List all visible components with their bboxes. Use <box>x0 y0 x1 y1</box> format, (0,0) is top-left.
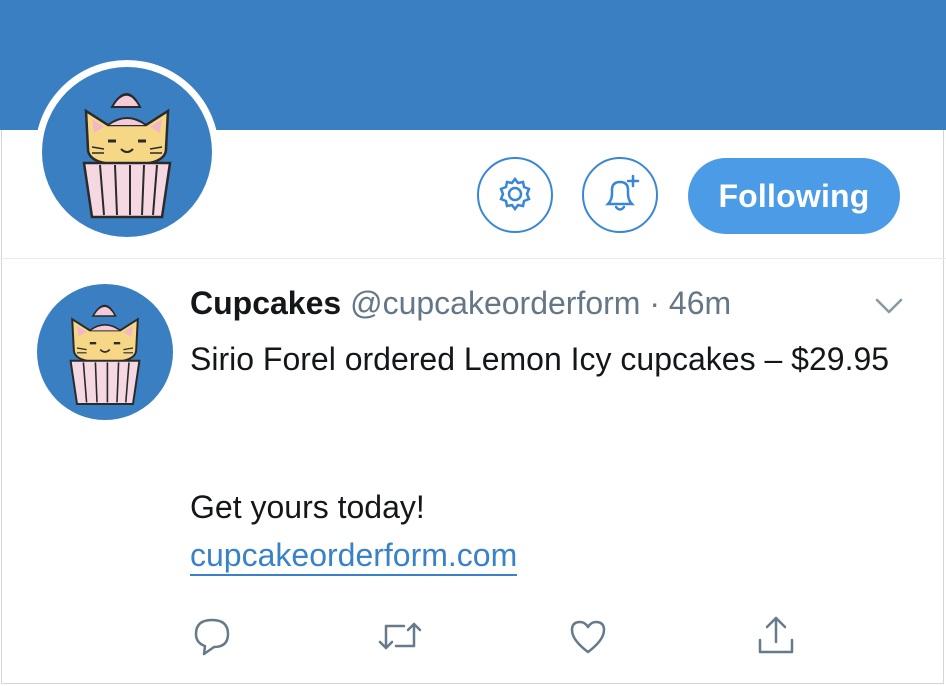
settings-button[interactable] <box>477 157 553 233</box>
retweet-icon[interactable] <box>376 614 424 658</box>
tweet-timestamp[interactable]: 46m <box>669 285 731 321</box>
tweet-header: Cupcakes @cupcakeorderform · 46m <box>190 283 731 323</box>
following-button[interactable]: Following <box>688 158 900 234</box>
tweet-cta: Get yours today! <box>190 489 425 525</box>
gear-icon <box>495 174 535 217</box>
cat-cupcake-icon <box>69 304 141 405</box>
tweet-text: Sirio Forel ordered Lemon Icy cupcakes –… <box>190 334 910 384</box>
reply-icon[interactable] <box>188 614 236 658</box>
tweet-link[interactable]: cupcakeorderform.com <box>190 530 518 576</box>
profile-avatar[interactable] <box>35 60 219 244</box>
cat-cupcake-icon <box>42 67 212 237</box>
bell-plus-icon <box>598 172 642 219</box>
tweet-text-line: Sirio Forel ordered Lemon Icy cupcakes –… <box>190 341 890 377</box>
author-handle[interactable]: @cupcakeorderform <box>350 285 640 321</box>
chevron-down-icon[interactable] <box>873 294 905 318</box>
header-divider <box>0 258 946 259</box>
share-icon[interactable] <box>752 614 800 658</box>
heart-icon[interactable] <box>564 614 612 658</box>
author-name[interactable]: Cupcakes <box>190 285 341 321</box>
notifications-button[interactable] <box>582 157 658 233</box>
separator-dot: · <box>649 285 660 321</box>
tweet-avatar[interactable] <box>37 284 173 420</box>
